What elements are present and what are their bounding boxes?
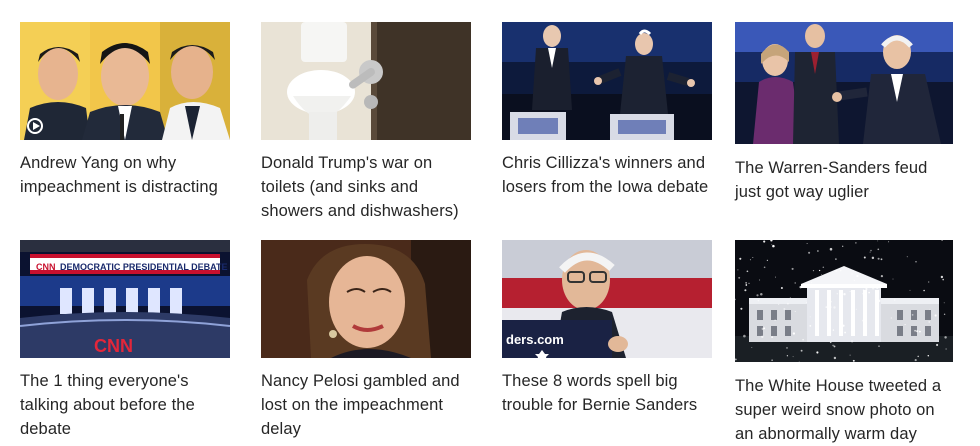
story-thumbnail-warren-sanders[interactable] — [735, 22, 953, 144]
story-thumbnail-toilets[interactable] — [261, 22, 471, 140]
story-headline[interactable]: The 1 thing everyone's talking about bef… — [20, 369, 232, 441]
debate-banner-text: DEMOCRATIC PRESIDENTIAL DEBATE — [60, 262, 228, 272]
story-card-warren-sanders[interactable]: The Warren-Sanders feud just got way ugl… — [735, 22, 955, 212]
cnn-logo-text: CNN — [94, 336, 133, 356]
story-thumbnail-pelosi[interactable] — [261, 240, 471, 358]
story-headline[interactable]: These 8 words spell big trouble for Bern… — [502, 369, 714, 417]
podium-sign-text: ders.com — [506, 332, 564, 347]
story-headline[interactable]: Nancy Pelosi gambled and lost on the imp… — [261, 369, 473, 441]
story-headline[interactable]: Donald Trump's war on toilets (and sinks… — [261, 151, 473, 223]
story-card-toilets[interactable]: Donald Trump's war on toilets (and sinks… — [261, 22, 473, 222]
story-card-white-house[interactable]: The White House tweeted a super weird sn… — [735, 240, 955, 443]
story-card-pelosi[interactable]: Nancy Pelosi gambled and lost on the imp… — [261, 240, 473, 440]
story-thumbnail-debate-stage[interactable]: CNN DEMOCRATIC PRESIDENTIAL DEBATE CNN — [20, 240, 230, 358]
story-card-bernie[interactable]: ders.com These 8 words spell big trouble… — [502, 240, 714, 420]
story-headline[interactable]: The Warren-Sanders feud just got way ugl… — [735, 156, 955, 204]
story-card-yang[interactable]: Andrew Yang on why impeachment is distra… — [20, 22, 232, 202]
story-thumbnail-yang[interactable] — [20, 22, 230, 140]
story-thumbnail-bernie[interactable]: ders.com — [502, 240, 712, 358]
play-circle-icon — [27, 118, 43, 134]
story-card-cillizza[interactable]: Chris Cillizza's winners and losers from… — [502, 22, 714, 202]
story-thumbnail-white-house[interactable] — [735, 240, 953, 362]
story-headline[interactable]: Andrew Yang on why impeachment is distra… — [20, 151, 232, 199]
story-headline[interactable]: Chris Cillizza's winners and losers from… — [502, 151, 714, 199]
story-thumbnail-iowa-debate[interactable] — [502, 22, 712, 140]
svg-text:CNN: CNN — [36, 262, 56, 272]
story-headline[interactable]: The White House tweeted a super weird sn… — [735, 374, 955, 446]
story-card-debate-preview[interactable]: CNN DEMOCRATIC PRESIDENTIAL DEBATE CNN T… — [20, 240, 232, 438]
